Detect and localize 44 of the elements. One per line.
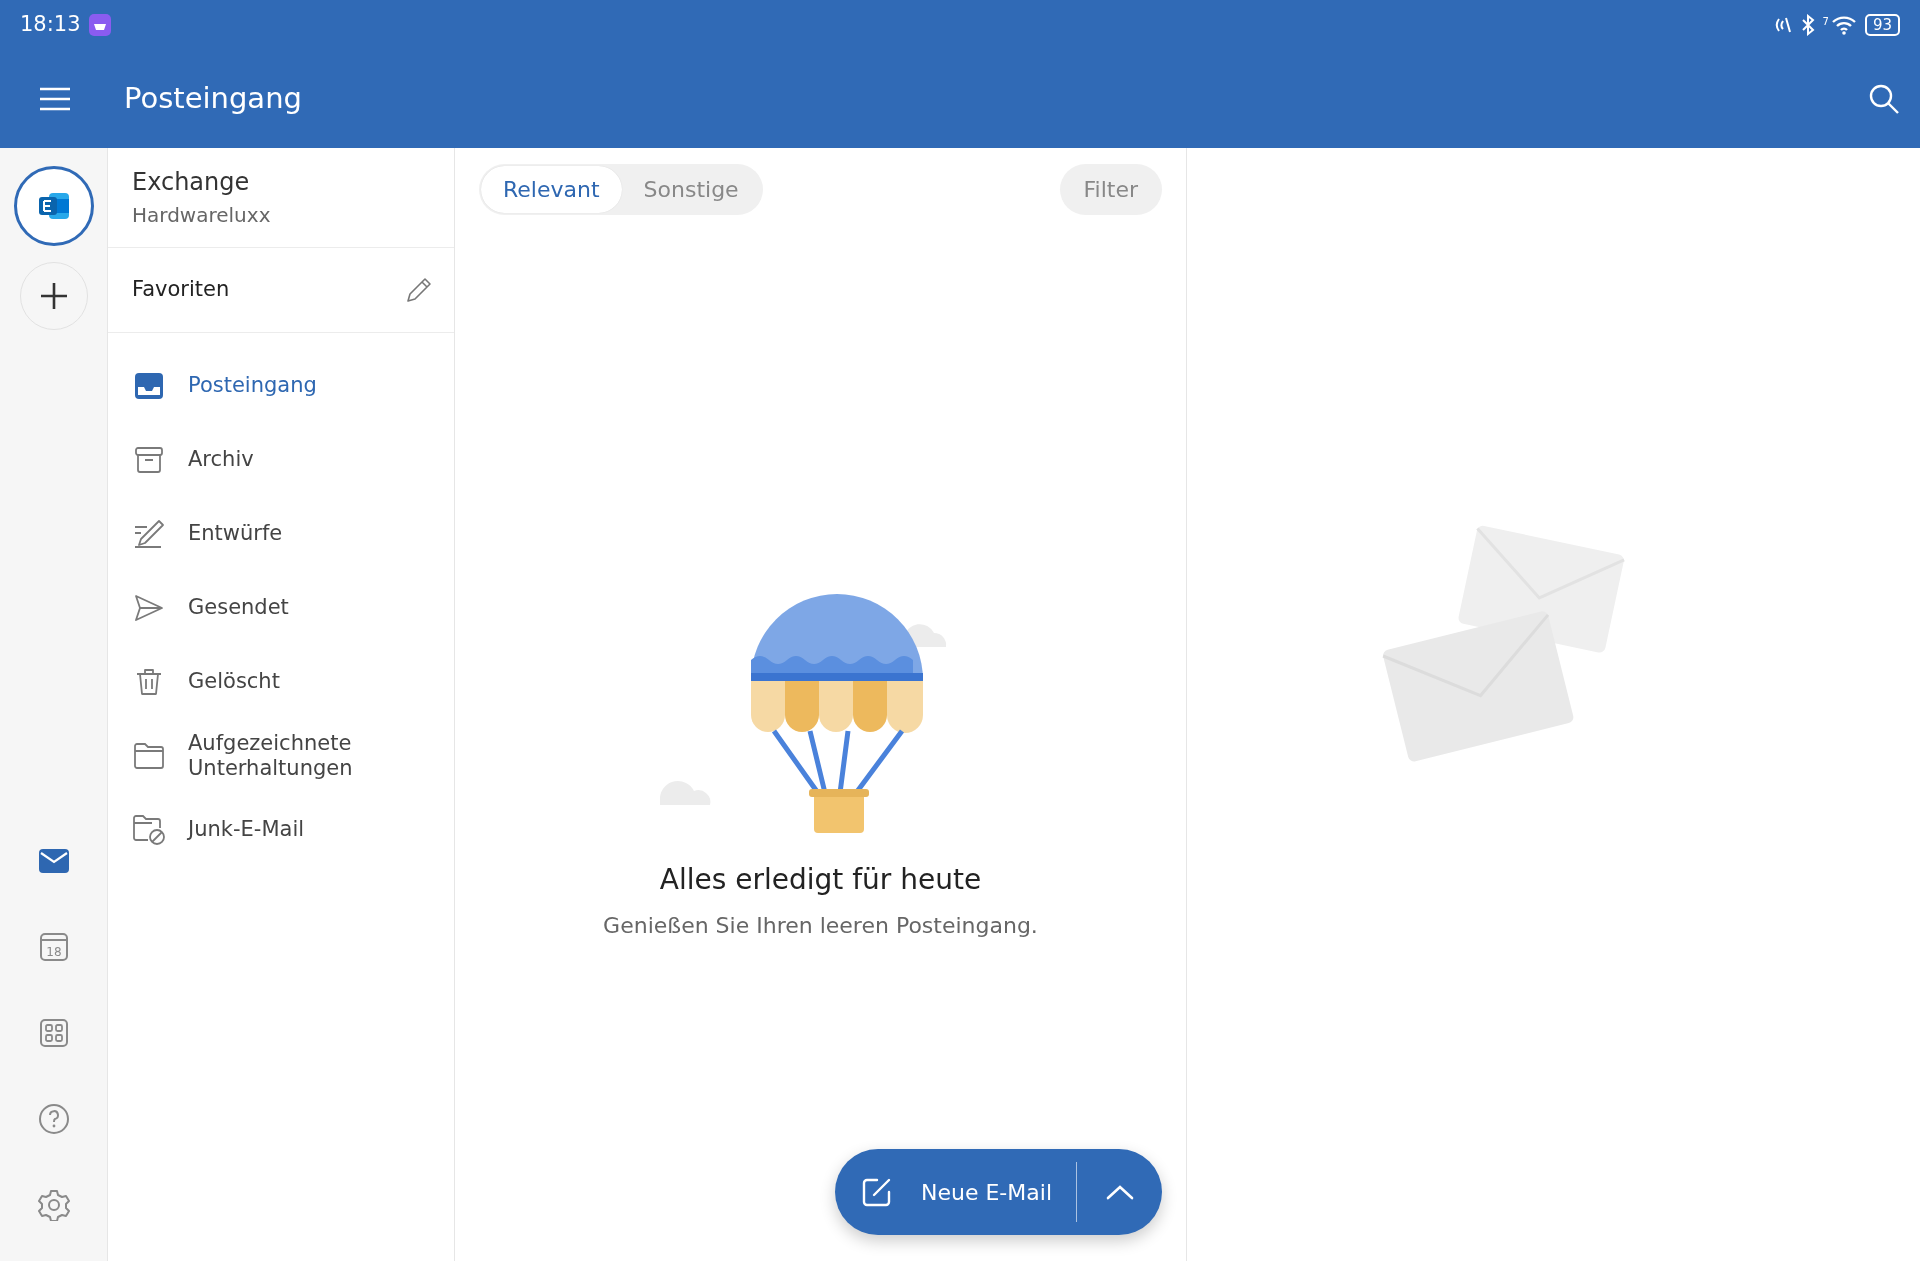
plus-icon — [38, 281, 69, 311]
account-name: Exchange — [132, 167, 251, 198]
calendar-icon: 18 — [38, 932, 69, 962]
edit-favorites-button[interactable] — [406, 277, 432, 303]
folder-item[interactable]: Archiv — [108, 423, 454, 497]
bluetooth-icon — [1800, 14, 1815, 36]
favorites-label: Favoriten — [132, 276, 230, 304]
archive-box-icon — [134, 445, 164, 475]
folder-item[interactable]: Gelöscht — [108, 645, 454, 719]
wifi-generation-label: 7 — [1822, 15, 1829, 29]
empty-state-title: Alles erledigt für heute — [659, 862, 982, 898]
pencil-icon — [406, 277, 432, 303]
trash-icon — [134, 667, 164, 697]
pencil-lines-icon — [133, 519, 165, 549]
compose-icon — [861, 1176, 893, 1208]
new-email-button[interactable]: Neue E-Mail — [835, 1149, 1076, 1235]
blocked-folder-icon — [132, 814, 166, 846]
menu-button[interactable] — [38, 86, 72, 112]
search-icon — [1868, 83, 1900, 115]
folder-item[interactable]: Aufgezeichnete Unterhaltungen — [108, 719, 454, 793]
folder-item[interactable]: Posteingang — [108, 349, 454, 423]
tab[interactable]: Relevant — [481, 166, 622, 213]
help-icon — [37, 1103, 70, 1135]
folder-item[interactable]: Gesendet — [108, 571, 454, 645]
menu-icon — [38, 86, 72, 112]
app-notification-icon — [88, 14, 111, 36]
exchange-logo-icon — [36, 191, 71, 221]
search-button[interactable] — [1868, 83, 1900, 115]
folder-icon — [133, 742, 165, 770]
send-icon — [134, 593, 164, 623]
inbox-icon — [134, 372, 164, 400]
caret-up-icon — [1105, 1184, 1134, 1200]
page-title: Posteingang — [124, 80, 302, 118]
mail-icon — [37, 848, 70, 874]
nfc-icon — [1774, 15, 1793, 35]
settings-icon — [37, 1189, 70, 1221]
empty-state-message: Genießen Sie Ihren leeren Posteingang. — [603, 912, 1038, 940]
folder-item[interactable]: Junk-E-Mail — [108, 793, 454, 867]
battery-indicator: 93 — [1864, 14, 1900, 36]
wifi-icon — [1830, 15, 1857, 35]
status-time: 18:13 — [20, 11, 81, 39]
folder-item[interactable]: Entwürfe — [108, 497, 454, 571]
apps-icon — [38, 1018, 69, 1048]
account-organization: Hardwareluxx — [132, 202, 272, 229]
